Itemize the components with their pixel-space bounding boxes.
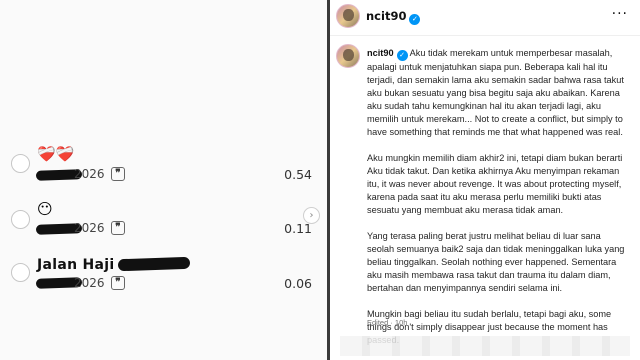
username-text[interactable]: ncit90 [366,9,406,23]
year-text: 2026 [74,276,105,290]
more-options-icon[interactable]: ··· [612,6,628,22]
radio-button[interactable] [11,263,30,282]
verified-badge-icon: ✓ [409,14,421,25]
caption-avatar[interactable] [336,44,360,68]
caption-text: Aku tidak merekam untuk memperbesar masa… [367,48,624,138]
verified-badge-icon: ✓ [396,50,408,61]
emoji-text: ❤️‍🩹❤️‍🩹 [37,145,75,163]
post-panel: ncit90 ✓ ··· ncit90 ✓ Aku tidak merekam un… [330,0,640,360]
comment-icon[interactable]: ❞ [111,167,125,181]
emoji-text: 😶 [37,200,53,218]
caption-username[interactable]: ncit90 [367,48,394,58]
left-panel: ❤️‍🩹❤️‍🩹 2026 ❞ 0.54 😶 2026 ❞ 0.11 Jalan… [0,0,327,360]
caption-paragraph: Aku mungkin memilih diam akhir2 ini, tet… [367,153,623,216]
scroll-arrow-icon[interactable]: › [303,207,320,224]
radio-button[interactable] [11,154,30,173]
redacted-text [117,256,191,272]
post-caption: ncit90 ✓ Aku tidak merekam untuk memperbe… [367,47,630,360]
list-item[interactable]: ❤️‍🩹❤️‍🩹 2026 ❞ 0.54 [0,140,327,190]
value-text: 0.06 [284,276,312,291]
list-item[interactable]: 😶 2026 ❞ 0.11 [0,200,327,250]
header-divider [330,35,640,36]
year-text: 2026 [74,167,105,181]
location-title: Jalan Haji [37,257,115,273]
value-text: 0.54 [284,167,312,182]
avatar[interactable] [336,4,360,28]
edited-timestamp: Edited · 10h [367,318,408,327]
caption-paragraph: ncit90 ✓ Aku tidak merekam untuk memperbe… [367,47,630,140]
caption-paragraph: Yang terasa paling berat justru melihat … [367,231,625,294]
blurred-strip [340,336,630,356]
list-item[interactable]: Jalan Haji 2026 ❞ 0.06 [0,255,327,305]
comment-icon[interactable]: ❞ [111,221,125,235]
post-header-username[interactable]: ncit90 ✓ [366,9,421,25]
comment-icon[interactable]: ❞ [111,276,125,290]
radio-button[interactable] [11,210,30,229]
year-text: 2026 [74,221,105,235]
